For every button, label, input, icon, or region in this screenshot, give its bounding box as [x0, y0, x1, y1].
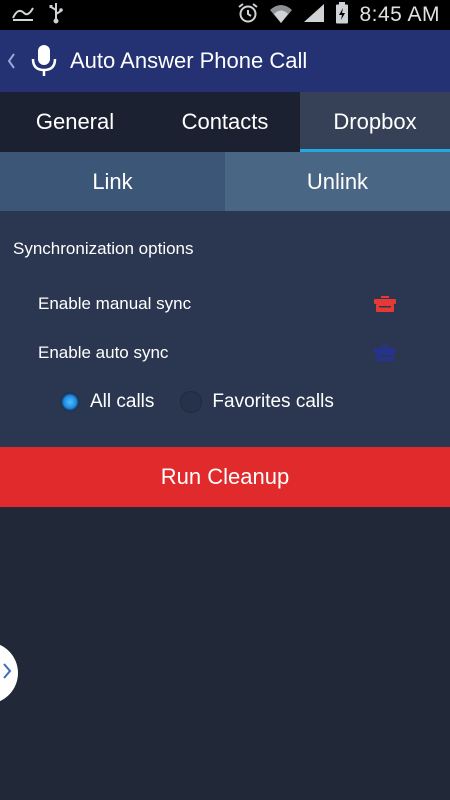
battery-icon	[335, 1, 349, 29]
radio-selected-icon[interactable]	[60, 392, 80, 412]
sync-options-panel: Synchronization options Enable manual sy…	[0, 211, 450, 447]
alarm-icon	[237, 2, 259, 29]
tab-contacts[interactable]: Contacts	[150, 92, 300, 152]
section-title: Synchronization options	[13, 239, 194, 258]
status-left-icons	[12, 0, 64, 30]
microphone-icon	[30, 44, 58, 78]
drawer-handle[interactable]	[0, 642, 18, 704]
back-chevron-icon[interactable]	[4, 48, 18, 74]
radio-all-calls[interactable]: All calls	[60, 391, 154, 413]
radio-favorites-calls-label: Favorites calls	[212, 391, 334, 412]
manual-sync-toggle-icon[interactable]	[372, 295, 398, 313]
call-filter-radio-group: All calls Favorites calls	[60, 391, 334, 413]
signal-icon	[303, 3, 325, 28]
app-bar: Auto Answer Phone Call	[0, 30, 450, 92]
status-right-icons: 8:45 AM	[237, 0, 440, 30]
chevron-right-icon	[2, 661, 12, 686]
auto-sync-label: Enable auto sync	[38, 343, 169, 362]
tiptap-icon	[12, 5, 34, 26]
usb-icon	[48, 2, 64, 29]
unlink-button[interactable]: Unlink	[225, 152, 450, 211]
dropbox-link-controls: Link Unlink	[0, 152, 450, 211]
radio-all-calls-label: All calls	[90, 391, 155, 412]
wifi-icon	[269, 2, 293, 29]
manual-sync-label: Enable manual sync	[38, 294, 192, 313]
app-title: Auto Answer Phone Call	[70, 48, 308, 73]
tab-dropbox[interactable]: Dropbox	[300, 92, 450, 152]
auto-sync-toggle-icon[interactable]	[372, 344, 398, 362]
status-bar: 8:45 AM	[0, 0, 450, 30]
tab-bar: General Contacts Dropbox	[0, 92, 450, 152]
radio-favorites-calls[interactable]: Favorites calls	[180, 391, 334, 413]
run-cleanup-button[interactable]: Run Cleanup	[0, 447, 450, 507]
tab-general[interactable]: General	[0, 92, 150, 152]
radio-unselected-icon[interactable]	[180, 391, 203, 413]
status-time: 8:45 AM	[359, 3, 440, 26]
link-button[interactable]: Link	[0, 152, 225, 211]
